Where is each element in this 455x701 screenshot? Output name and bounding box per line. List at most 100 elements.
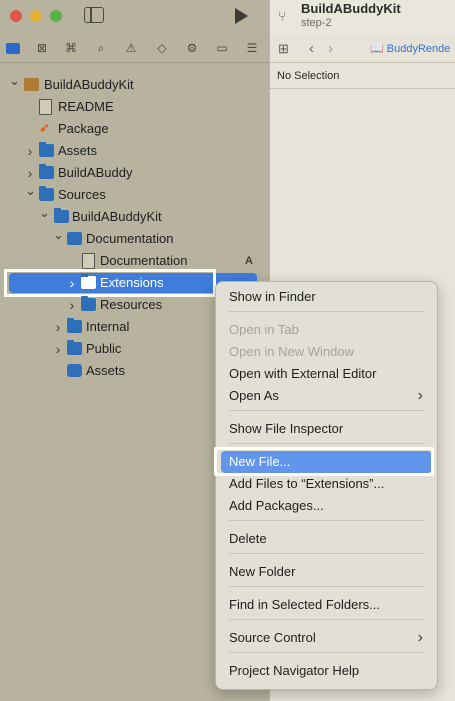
chevron-right-icon[interactable]: › bbox=[53, 338, 63, 360]
chevron-down-icon[interactable]: ⌄ bbox=[39, 202, 50, 224]
menu-item-label: Add Packages... bbox=[229, 498, 324, 513]
menu-item-label: Open in Tab bbox=[229, 322, 299, 337]
sidebar-toggle-icon[interactable] bbox=[84, 7, 104, 23]
chevron-right-icon[interactable]: › bbox=[67, 272, 77, 294]
symbol-navigator-icon[interactable]: ⌘ bbox=[64, 41, 78, 55]
report-navigator-icon[interactable]: ☰ bbox=[245, 41, 259, 55]
chevron-down-icon[interactable]: ⌄ bbox=[9, 70, 20, 92]
menu-separator bbox=[229, 652, 425, 653]
menu-item-label: Project Navigator Help bbox=[229, 663, 360, 678]
tree-row[interactable]: ⌄ Documentation bbox=[0, 227, 269, 250]
menu-separator bbox=[229, 553, 425, 554]
menu-item-show-in-finder[interactable]: Show in Finder bbox=[216, 286, 437, 308]
xcode-window: ⊠ ⌘ ⌕ ⚠ ◇ ⚙ ▭ ☰ ⌄ BuildABuddyKit README ➶ Pa… bbox=[0, 0, 455, 701]
menu-item-label: New Folder bbox=[229, 564, 296, 579]
jump-bar-file-label: BuddyRende bbox=[386, 43, 451, 55]
menu-item-label: Show in Finder bbox=[229, 289, 316, 304]
menu-item-delete[interactable]: Delete bbox=[216, 528, 437, 550]
menu-item-label: Source Control bbox=[229, 630, 316, 645]
chevron-right-icon[interactable]: › bbox=[67, 294, 77, 316]
tree-row-label: BuildABuddy bbox=[58, 165, 133, 180]
chevron-down-icon[interactable]: ⌄ bbox=[25, 180, 36, 202]
menu-item-label: Delete bbox=[229, 531, 267, 546]
menu-separator bbox=[229, 586, 425, 587]
menu-item-label: Show File Inspector bbox=[229, 421, 344, 436]
submenu-chevron-icon: › bbox=[417, 387, 423, 404]
folder-icon bbox=[67, 318, 82, 333]
folder-icon bbox=[39, 186, 54, 201]
chevron-right-icon[interactable]: › bbox=[25, 140, 35, 162]
menu-item-source-control[interactable]: Source Control › bbox=[216, 627, 437, 649]
no-selection-label: No Selection bbox=[277, 70, 340, 82]
source-control-navigator-icon[interactable]: ⊠ bbox=[35, 41, 49, 55]
close-window-button[interactable] bbox=[10, 10, 22, 22]
debug-navigator-icon[interactable]: ⚙ bbox=[185, 41, 199, 55]
menu-item-label: Find in Selected Folders... bbox=[229, 597, 381, 612]
menu-separator bbox=[229, 410, 425, 411]
editor-titlebar: ⑂ BuildABuddyKit step-2 bbox=[270, 0, 455, 37]
issue-navigator-icon[interactable]: ⚠ bbox=[124, 41, 138, 55]
tree-row-label: Assets bbox=[58, 143, 98, 158]
folder-icon bbox=[39, 164, 54, 179]
menu-item-show-file-inspector[interactable]: Show File Inspector bbox=[216, 418, 437, 440]
test-navigator-icon[interactable]: ◇ bbox=[155, 41, 169, 55]
jump-bar: ⊞ ‹ › 📖 BuddyRende bbox=[270, 36, 455, 63]
tree-row-label: Public bbox=[86, 341, 122, 356]
minimize-window-button[interactable] bbox=[30, 10, 42, 22]
folder-icon bbox=[39, 142, 54, 157]
menu-separator bbox=[229, 619, 425, 620]
back-chevron-icon[interactable]: ‹ bbox=[309, 40, 314, 57]
related-items-icon[interactable]: ⊞ bbox=[278, 42, 292, 56]
menu-item-open-as[interactable]: Open As › bbox=[216, 385, 437, 407]
folder-icon bbox=[67, 340, 82, 355]
run-icon[interactable] bbox=[235, 8, 248, 24]
tree-row-label: Package bbox=[58, 121, 109, 136]
swift-icon: ➶ bbox=[39, 120, 50, 135]
branch-icon: ⑂ bbox=[278, 8, 287, 24]
submenu-chevron-icon: › bbox=[417, 629, 423, 646]
divider bbox=[270, 88, 455, 89]
menu-item-open-with-external-editor[interactable]: Open with External Editor bbox=[216, 363, 437, 385]
status-badge: A bbox=[245, 255, 253, 267]
tree-row[interactable]: ⌄ BuildABuddyKit bbox=[0, 73, 269, 96]
menu-item-open-in-new-window: Open in New Window bbox=[216, 341, 437, 363]
tree-row[interactable]: ⌄ BuildABuddyKit bbox=[0, 205, 269, 228]
tree-row-label: Documentation bbox=[100, 253, 188, 268]
menu-item-add-packages[interactable]: Add Packages... bbox=[216, 495, 437, 517]
menu-separator bbox=[229, 311, 425, 312]
menu-separator bbox=[229, 520, 425, 521]
package-icon bbox=[24, 78, 39, 91]
forward-chevron-icon[interactable]: › bbox=[328, 40, 333, 57]
tree-row[interactable]: › Assets bbox=[0, 140, 269, 162]
chevron-down-icon[interactable]: ⌄ bbox=[53, 224, 64, 246]
find-navigator-icon[interactable]: ⌕ bbox=[94, 41, 108, 55]
menu-item-open-in-tab: Open in Tab bbox=[216, 319, 437, 341]
tree-row-label: BuildABuddyKit bbox=[72, 209, 162, 224]
project-title[interactable]: BuildABuddyKit bbox=[301, 1, 401, 16]
breakpoint-navigator-icon[interactable]: ▭ bbox=[215, 41, 229, 55]
jump-bar-file[interactable]: 📖 BuddyRende bbox=[370, 42, 450, 55]
tree-row[interactable]: Documentation A bbox=[0, 250, 269, 272]
tree-row-label: README bbox=[58, 99, 114, 114]
chevron-right-icon[interactable]: › bbox=[53, 316, 63, 338]
tree-row[interactable]: README bbox=[0, 96, 269, 118]
tree-row-label: Assets bbox=[86, 363, 126, 378]
project-navigator-icon[interactable] bbox=[6, 41, 20, 55]
tree-row[interactable]: › BuildABuddy bbox=[0, 162, 269, 184]
tree-row-label: Documentation bbox=[86, 231, 174, 246]
menu-item-new-folder[interactable]: New Folder bbox=[216, 561, 437, 583]
tree-row[interactable]: ➶ Package bbox=[0, 118, 269, 140]
document-icon bbox=[39, 99, 52, 115]
menu-item-project-navigator-help[interactable]: Project Navigator Help bbox=[216, 660, 437, 682]
menu-item-label: Add Files to “Extensions”... bbox=[229, 476, 385, 491]
folder-icon bbox=[54, 208, 69, 223]
menu-item-label: Open with External Editor bbox=[229, 366, 377, 381]
tutorial-highlight-new-file bbox=[214, 447, 434, 476]
context-menu: Show in Finder Open in Tab Open in New Win… bbox=[215, 281, 438, 690]
zoom-window-button[interactable] bbox=[50, 10, 62, 22]
menu-item-add-files-to-extensions[interactable]: Add Files to “Extensions”... bbox=[216, 473, 437, 495]
menu-item-find-in-selected-folders[interactable]: Find in Selected Folders... bbox=[216, 594, 437, 616]
folder-icon bbox=[81, 296, 96, 311]
navigator-selector-bar: ⊠ ⌘ ⌕ ⚠ ◇ ⚙ ▭ ☰ bbox=[0, 36, 269, 63]
tree-row-label: Resources bbox=[100, 297, 163, 312]
